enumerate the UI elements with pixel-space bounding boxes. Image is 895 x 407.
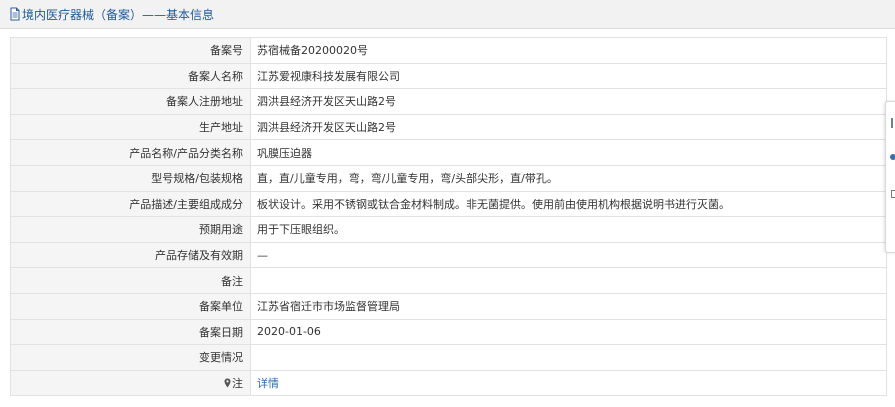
- row-label: 备注: [10, 267, 251, 294]
- table-row: 生产地址 泗洪县经济开发区天山路2号: [10, 113, 887, 141]
- row-value: [250, 267, 887, 294]
- row-value: 详情: [250, 369, 887, 397]
- toolbar-circle-icon[interactable]: [890, 154, 895, 160]
- table-row: 产品描述/主要组成成分 板状设计。采用不锈钢或钛合金材料制成。非无菌提供。使用前…: [10, 190, 887, 218]
- row-value: 泗洪县经济开发区天山路2号: [250, 113, 887, 141]
- row-value: 泗洪县经济开发区天山路2号: [250, 88, 887, 115]
- row-label: 变更情况: [10, 344, 251, 371]
- table-row: 备案号 苏宿械备20200020号: [10, 37, 887, 64]
- page-title: 境内医疗器械（备案）——基本信息: [22, 7, 215, 22]
- row-label: 型号规格/包装规格: [10, 164, 251, 192]
- row-label: 备案人名称: [10, 62, 251, 90]
- row-label: 预期用途: [10, 216, 251, 243]
- row-label: 备案单位: [10, 292, 251, 320]
- row-value: 江苏省宿迁市市场监督管理局: [250, 292, 887, 320]
- row-label: 产品存储及有效期: [10, 241, 251, 269]
- row-value: 苏宿械备20200020号: [250, 37, 887, 64]
- table-row: 产品存储及有效期 —: [10, 241, 887, 269]
- table-row: 变更情况: [10, 344, 887, 371]
- row-label: 备案人注册地址: [10, 88, 251, 115]
- row-value: 巩膜压迫器: [250, 139, 887, 166]
- table-row: 注 详情: [10, 369, 887, 397]
- toolbar-bracket-icon[interactable]: [891, 190, 895, 198]
- row-value: [250, 344, 887, 371]
- document-icon: [9, 7, 21, 21]
- row-label: 产品描述/主要组成成分: [10, 190, 251, 218]
- table-row: 备案人名称 江苏爱视康科技发展有限公司: [10, 62, 887, 90]
- table-row: 备案人注册地址 泗洪县经济开发区天山路2号: [10, 88, 887, 115]
- basic-info-table: 备案号 苏宿械备20200020号 备案人名称 江苏爱视康科技发展有限公司 备案…: [10, 37, 887, 397]
- row-value: 用于下压眼组织。: [250, 216, 887, 243]
- row-value: 2020-01-06: [250, 318, 887, 346]
- row-value: —: [250, 241, 887, 269]
- row-value: 江苏爱视康科技发展有限公司: [250, 62, 887, 90]
- page-header: 境内医疗器械（备案）——基本信息: [0, 0, 895, 29]
- row-label: 备案号: [10, 37, 251, 64]
- table-row: 型号规格/包装规格 直，直/儿童专用，弯，弯/儿童专用，弯/头部尖形，直/带孔。: [10, 164, 887, 192]
- row-label: 生产地址: [10, 113, 251, 141]
- location-pin-icon: [224, 378, 231, 388]
- row-label-note: 注: [10, 369, 251, 397]
- row-value: 板状设计。采用不锈钢或钛合金材料制成。非无菌提供。使用前由使用机构根据说明书进行…: [250, 190, 887, 218]
- row-value: 直，直/儿童专用，弯，弯/儿童专用，弯/头部尖形，直/带孔。: [250, 164, 887, 192]
- row-label: 备案日期: [10, 318, 251, 346]
- table-row: 产品名称/产品分类名称 巩膜压迫器: [10, 139, 887, 166]
- table-row: 预期用途 用于下压眼组织。: [10, 216, 887, 243]
- floating-side-toolbar[interactable]: [885, 101, 895, 253]
- row-label: 产品名称/产品分类名称: [10, 139, 251, 166]
- details-link[interactable]: 详情: [257, 377, 279, 390]
- note-label: 注: [232, 377, 243, 391]
- table-row: 备案单位 江苏省宿迁市市场监督管理局: [10, 292, 887, 320]
- table-row: 备注: [10, 267, 887, 294]
- table-row: 备案日期 2020-01-06: [10, 318, 887, 346]
- toolbar-bar-icon[interactable]: [891, 118, 893, 128]
